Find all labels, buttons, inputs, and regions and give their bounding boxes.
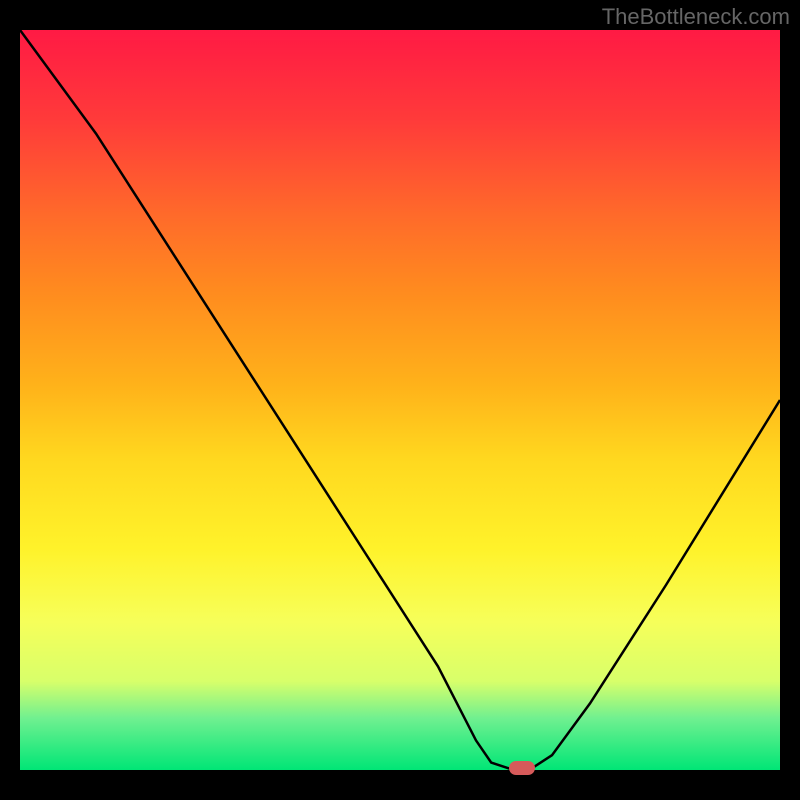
optimal-point-marker <box>509 761 535 775</box>
watermark-text: TheBottleneck.com <box>602 4 790 30</box>
chart-gradient-background <box>20 30 780 770</box>
